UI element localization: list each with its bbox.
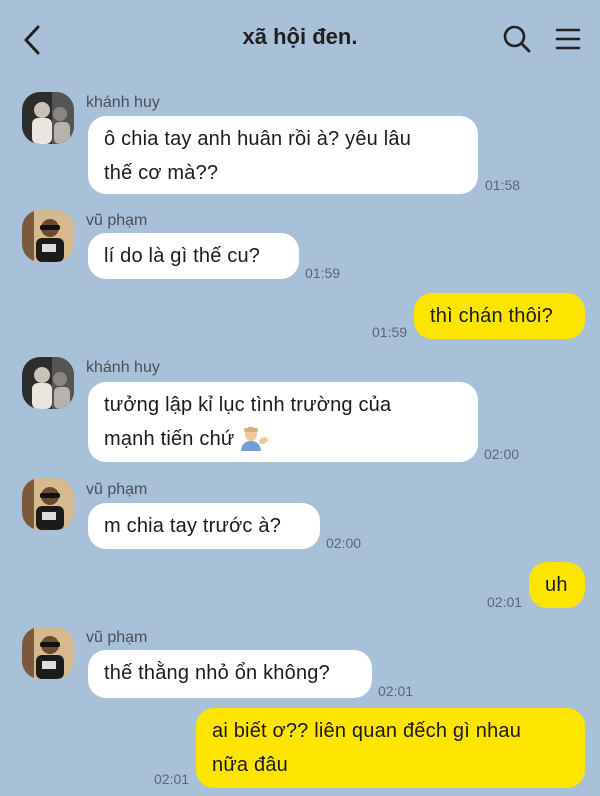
message-time: 02:00 — [484, 446, 520, 462]
message-line: thế cơ mà?? — [104, 162, 219, 184]
message-line: nữa đâu — [212, 754, 288, 776]
message-bubble[interactable]: lí do là gì thế cu? — [88, 233, 299, 279]
profile-photo-icon — [22, 627, 74, 679]
message-time: 01:59 — [372, 324, 408, 340]
sender-name: vũ phạm — [86, 212, 148, 229]
message-time: 02:01 — [154, 771, 190, 787]
chat-header: xã hội đen. — [0, 0, 600, 78]
my-message-bubble[interactable]: thì chán thôi? — [414, 293, 585, 339]
man-tipping-hand-emoji-icon — [240, 427, 268, 451]
message-line: ai biết ơ?? liên quan đếch gì nhau — [212, 720, 522, 742]
my-message-bubble[interactable]: uh — [529, 562, 585, 608]
avatar-vu-pham[interactable] — [22, 627, 74, 679]
menu-button[interactable] — [551, 22, 585, 56]
search-icon — [503, 25, 531, 53]
sender-name: khánh huy — [86, 359, 160, 376]
avatar-khanh-huy[interactable] — [22, 357, 74, 409]
sender-name: khánh huy — [86, 94, 160, 111]
message-line: mạnh tiến chứ — [104, 422, 462, 456]
avatar-vu-pham[interactable] — [22, 210, 74, 262]
message-time: 02:01 — [378, 683, 414, 699]
message-time: 01:58 — [485, 177, 521, 193]
avatar-vu-pham[interactable] — [22, 478, 74, 530]
message-line: uh — [545, 574, 568, 596]
message-time: 01:59 — [305, 265, 341, 281]
hamburger-menu-icon — [555, 28, 581, 50]
message-line: thế thằng nhỏ ổn không? — [104, 662, 330, 684]
profile-photo-icon — [22, 478, 74, 530]
message-bubble[interactable]: m chia tay trước à? — [88, 503, 320, 549]
message-line-text: mạnh tiến chứ — [104, 428, 235, 450]
profile-photo-icon — [22, 92, 74, 144]
message-bubble[interactable]: ô chia tay anh huân rồi à? yêu lâu thế c… — [88, 116, 478, 194]
search-button[interactable] — [500, 22, 534, 56]
profile-photo-icon — [22, 210, 74, 262]
message-line: lí do là gì thế cu? — [104, 245, 261, 267]
message-bubble[interactable]: thế thằng nhỏ ổn không? — [88, 650, 372, 698]
message-time: 02:01 — [487, 594, 523, 610]
message-line: tưởng lập kỉ lục tình trường của — [104, 394, 392, 416]
sender-name: vũ phạm — [86, 481, 148, 498]
avatar-khanh-huy[interactable] — [22, 92, 74, 144]
message-line: m chia tay trước à? — [104, 515, 282, 537]
message-time: 02:00 — [326, 535, 362, 551]
sender-name: vũ phạm — [86, 629, 148, 646]
profile-photo-icon — [22, 357, 74, 409]
message-line: thì chán thôi? — [430, 305, 553, 327]
my-message-bubble[interactable]: ai biết ơ?? liên quan đếch gì nhau nữa đ… — [196, 708, 585, 788]
message-bubble[interactable]: tưởng lập kỉ lục tình trường của mạnh ti… — [88, 382, 478, 462]
message-line: ô chia tay anh huân rồi à? yêu lâu — [104, 128, 412, 150]
